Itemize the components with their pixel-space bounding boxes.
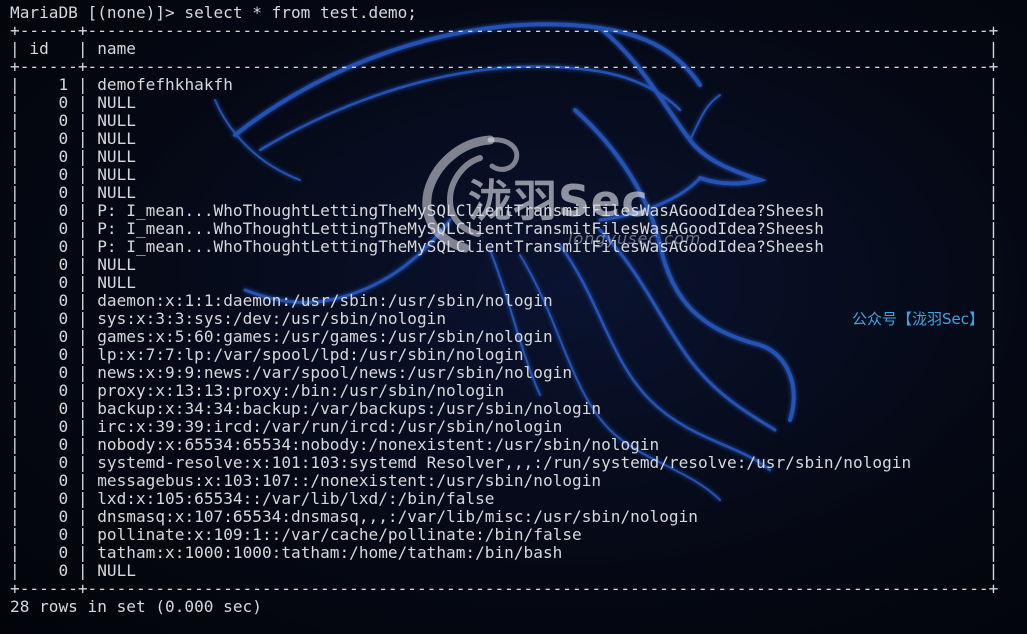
cell-name: dnsmasq:x:107:65534:dnsmasq,,,:/var/lib/… [97,507,698,526]
terminal-window[interactable]: 泷羽Sec longyusec.com MariaDB [(none)]> se… [0,0,1027,634]
cell-name: sys:x:3:3:sys:/dev:/usr/sbin/nologin [97,309,447,328]
cell-name: messagebus:x:103:107::/nonexistent:/usr/… [97,471,602,490]
cell-id: 0 [29,273,69,292]
table-row: | 0 | nobody:x:65534:65534:nobody:/nonex… [10,435,999,454]
table-header-row: | id | name | [10,39,999,58]
cell-name: lxd:x:105:65534::/var/lib/lxd/:/bin/fals… [97,489,495,508]
table-row: | 0 | news:x:9:9:news:/var/spool/news:/u… [10,363,999,382]
cell-name: proxy:x:13:13:proxy:/bin:/usr/sbin/nolog… [97,381,505,400]
cell-id: 0 [29,201,69,220]
table-row: | 0 | NULL | [10,561,999,580]
table-row: | 0 | daemon:x:1:1:daemon:/usr/sbin:/usr… [10,291,999,310]
table-row: | 0 | proxy:x:13:13:proxy:/bin:/usr/sbin… [10,381,999,400]
cell-name: irc:x:39:39:ircd:/var/run/ircd:/usr/sbin… [97,417,563,436]
cell-id: 0 [29,147,69,166]
cell-name: lp:x:7:7:lp:/var/spool/lpd:/usr/sbin/nol… [97,345,524,364]
table-row: | 0 | pollinate:x:109:1::/var/cache/poll… [10,525,999,544]
cell-id: 0 [29,543,69,562]
table-row: | 0 | lp:x:7:7:lp:/var/spool/lpd:/usr/sb… [10,345,999,364]
cell-name: NULL [97,273,136,292]
table-row: | 0 | NULL | [10,93,999,112]
table-row: | 0 | lxd:x:105:65534::/var/lib/lxd/:/bi… [10,489,999,508]
table-row: | 0 | NULL | [10,147,999,166]
cell-name: daemon:x:1:1:daemon:/usr/sbin:/usr/sbin/… [97,291,553,310]
table-row: | 0 | irc:x:39:39:ircd:/var/run/ircd:/us… [10,417,999,436]
table-row: | 0 | NULL | [10,129,999,148]
table-row: | 1 | demofefhkhakfh | [10,75,999,94]
table-row: | 0 | NULL | [10,165,999,184]
cell-id: 0 [29,417,69,436]
table-row: | 0 | dnsmasq:x:107:65534:dnsmasq,,,:/va… [10,507,999,526]
cell-id: 0 [29,237,69,256]
cell-name: NULL [97,165,136,184]
cell-id: 0 [29,309,69,328]
table-row: | 0 | games:x:5:60:games:/usr/games:/usr… [10,327,999,346]
cell-id: 0 [29,255,69,274]
cell-id: 0 [29,453,69,472]
result-summary: 28 rows in set (0.000 sec) [10,597,262,616]
cell-id: 0 [29,507,69,526]
cell-id: 0 [29,327,69,346]
cell-name: systemd-resolve:x:101:103:systemd Resolv… [97,453,912,472]
cell-id: 0 [29,435,69,454]
table-row: | 0 | sys:x:3:3:sys:/dev:/usr/sbin/nolog… [10,309,999,328]
wechat-watermark-label: 公众号【泷羽Sec】 [852,310,984,328]
cell-name: tatham:x:1000:1000:tatham:/home/tatham:/… [97,543,563,562]
cell-id: 0 [29,363,69,382]
table-row: | 0 | P: I_mean...WhoThoughtLettingTheMy… [10,237,999,256]
cell-id: 0 [29,525,69,544]
cell-name: pollinate:x:109:1::/var/cache/pollinate:… [97,525,582,544]
cell-name: NULL [97,147,136,166]
cell-name: nobody:x:65534:65534:nobody:/nonexistent… [97,435,660,454]
command-prompt: MariaDB [(none)]> select * from test.dem… [10,3,417,22]
table-border-top: +------+--------------------------------… [10,21,999,40]
table-border-bottom: +------+--------------------------------… [10,579,999,598]
cell-id: 0 [29,93,69,112]
table-row: | 0 | NULL | [10,111,999,130]
cell-name: NULL [97,255,136,274]
cell-id: 0 [29,129,69,148]
cell-id: 0 [29,381,69,400]
cell-id: 0 [29,219,69,238]
cell-id: 0 [29,291,69,310]
table-row: | 0 | backup:x:34:34:backup:/var/backups… [10,399,999,418]
table-row: | 0 | NULL | [10,273,999,292]
cell-name: demofefhkhakfh [97,75,233,94]
cell-name: NULL [97,93,136,112]
cell-id: 0 [29,561,69,580]
cell-id: 0 [29,471,69,490]
cell-name: P: I_mean...WhoThoughtLettingTheMySQLCli… [97,201,824,220]
table-row: | 0 | NULL | [10,183,999,202]
cell-id: 0 [29,165,69,184]
cell-name: NULL [97,111,136,130]
table-row: | 0 | P: I_mean...WhoThoughtLettingTheMy… [10,219,999,238]
table-row: | 0 | messagebus:x:103:107::/nonexistent… [10,471,999,490]
cell-name: NULL [97,561,136,580]
table-row: | 0 | tatham:x:1000:1000:tatham:/home/ta… [10,543,999,562]
cell-id: 0 [29,183,69,202]
table-row: | 0 | P: I_mean...WhoThoughtLettingTheMy… [10,201,999,220]
cell-name: news:x:9:9:news:/var/spool/news:/usr/sbi… [97,363,573,382]
cell-name: P: I_mean...WhoThoughtLettingTheMySQLCli… [97,219,824,238]
table-row: | 0 | systemd-resolve:x:101:103:systemd … [10,453,999,472]
cell-name: games:x:5:60:games:/usr/games:/usr/sbin/… [97,327,553,346]
cell-name: P: I_mean...WhoThoughtLettingTheMySQLCli… [97,237,824,256]
cell-id: 0 [29,345,69,364]
cell-name: NULL [97,129,136,148]
cell-name: backup:x:34:34:backup:/var/backups:/usr/… [97,399,602,418]
table-border-mid: +------+--------------------------------… [10,57,999,76]
cell-id: 0 [29,111,69,130]
cell-id: 0 [29,489,69,508]
cell-id: 1 [29,75,69,94]
cell-name: NULL [97,183,136,202]
terminal-output: MariaDB [(none)]> select * from test.dem… [10,4,998,616]
table-row: | 0 | NULL | [10,255,999,274]
cell-id: 0 [29,399,69,418]
